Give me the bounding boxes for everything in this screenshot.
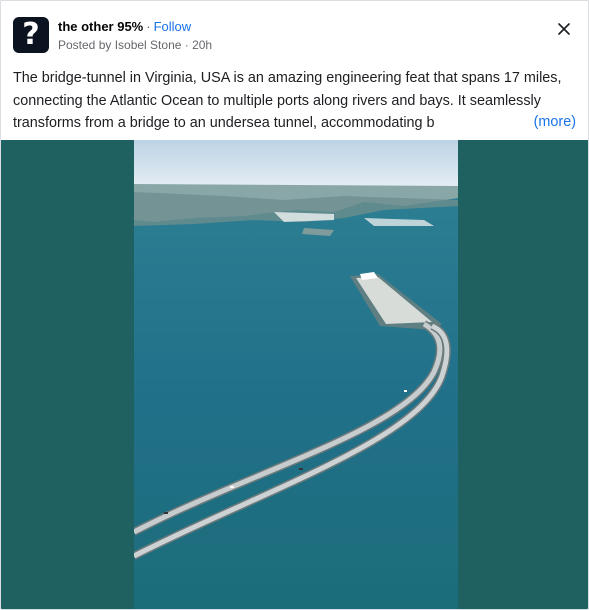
- separator: ·: [146, 19, 151, 34]
- post-header: ? the other 95% · Follow Posted by Isobel …: [13, 17, 576, 57]
- post-text: The bridge-tunnel in Virginia, USA is an…: [13, 70, 562, 131]
- group-avatar[interactable]: ?: [13, 17, 49, 53]
- bridge-tunnel-photo[interactable]: [134, 140, 458, 610]
- post-card: ? the other 95% · Follow Posted by Isobel …: [0, 0, 589, 610]
- close-icon: [558, 23, 570, 35]
- more-link[interactable]: (more): [519, 111, 576, 134]
- follow-button[interactable]: Follow: [154, 19, 192, 34]
- group-name[interactable]: the other 95%: [58, 19, 143, 34]
- post-media[interactable]: [1, 140, 588, 610]
- posted-by: Posted by Isobel Stone · 20h: [58, 38, 213, 52]
- close-button[interactable]: [554, 19, 574, 39]
- group-line: the other 95% · Follow: [58, 19, 212, 34]
- post-meta: the other 95% · Follow Posted by Isobel St…: [58, 19, 212, 52]
- question-mark-icon: ?: [22, 17, 40, 52]
